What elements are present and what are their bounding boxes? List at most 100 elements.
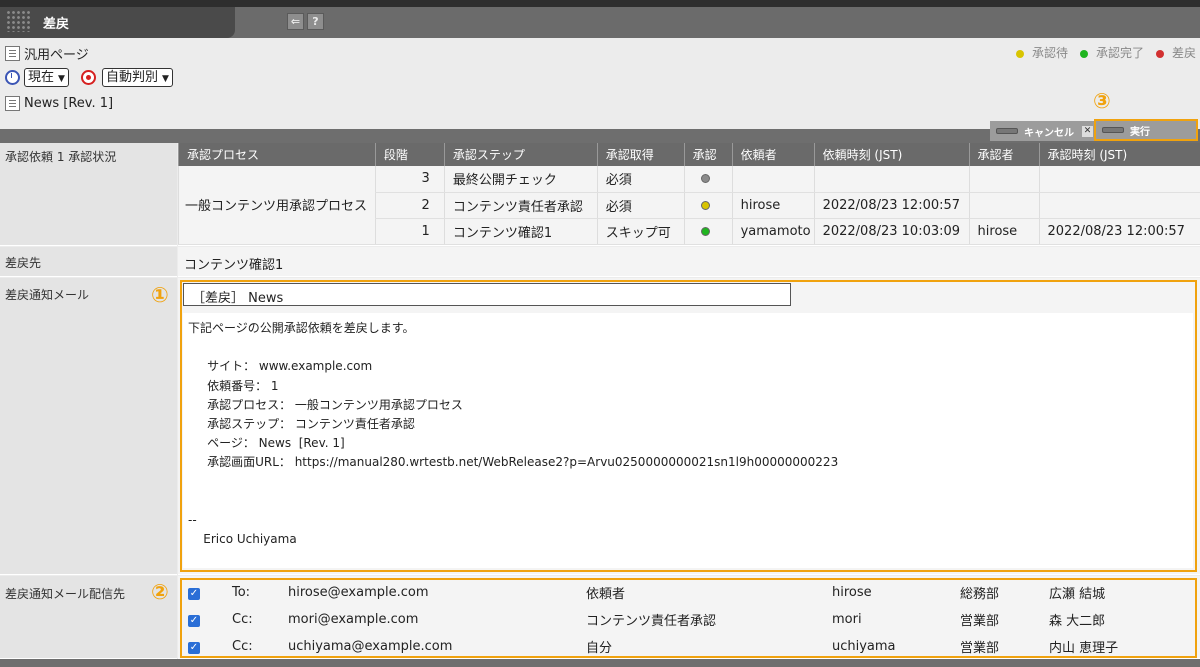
recipients-table: ✓ To: hirose@example.com 依頼者 hirose 総務部 …: [182, 579, 1195, 660]
recipient-checkbox[interactable]: ✓: [182, 633, 232, 660]
recipient-role: 自分: [586, 641, 613, 656]
table-row: ✓ To: hirose@example.com 依頼者 hirose 総務部 …: [182, 579, 1195, 606]
recipient-role: 依頼者: [586, 587, 626, 602]
col-step: 承認ステップ: [443, 143, 598, 166]
recipient-dept: 総務部: [960, 587, 1000, 602]
table-header: 承認プロセス 段階 承認ステップ 承認取得 承認 依頼者 依頼時刻 (JST) …: [178, 143, 1200, 166]
button-bar-icon: [996, 128, 1018, 134]
chevron-down-icon: ▼: [58, 74, 65, 84]
recipient-name: 森 大二郎: [1049, 614, 1106, 629]
mail-body-textarea[interactable]: 下記ページの公開承認依頼を差戻します。 サイト： www.example.com…: [183, 313, 1193, 568]
title-bar: 差戻 ⇐ ?: [0, 0, 1200, 38]
table-row: 一般コンテンツ用承認プロセス 3 最終公開チェック 必須: [178, 166, 1200, 245]
legend-approved: 承認完了: [1079, 44, 1144, 61]
recipient-name: 内山 恵理子: [1049, 641, 1119, 656]
cancel-button[interactable]: キャンセル ✕: [990, 121, 1094, 141]
check-icon: ✓: [188, 642, 200, 654]
status-dot-icon: [700, 226, 710, 236]
page-search-icon: [5, 96, 20, 111]
process-name: 一般コンテンツ用承認プロセス: [178, 166, 376, 245]
recipient-type: Cc:: [232, 639, 253, 654]
time-select[interactable]: 現在 ▼: [24, 68, 69, 87]
clock-icon: [5, 70, 20, 85]
stage-cell: 3: [374, 166, 445, 193]
request-time-cell: [813, 166, 970, 193]
col-stage: 段階: [374, 143, 445, 166]
legend-pending: 承認待: [1015, 44, 1068, 61]
step-cell: 最終公開チェック: [443, 166, 598, 193]
time-judge-row: 現在 ▼ 自動判別 ▼: [5, 68, 173, 87]
approver-cell: [968, 192, 1039, 219]
mail-label: 差戻通知メール: [0, 278, 177, 575]
page-name-row: News [Rev. 1]: [5, 96, 113, 111]
col-approver: 承認者: [968, 143, 1039, 166]
window-title: 差戻: [43, 17, 70, 32]
recipient-role: コンテンツ責任者承認: [586, 614, 717, 629]
col-process: 承認プロセス: [178, 143, 376, 166]
table-row: ✓ Cc: mori@example.com コンテンツ責任者承認 mori 営…: [182, 606, 1195, 633]
target-icon: [80, 70, 96, 85]
check-icon: ✓: [188, 615, 200, 627]
button-bar-icon: [1102, 127, 1124, 133]
requester-cell: hirose: [731, 192, 815, 219]
recipient-type: Cc:: [232, 612, 253, 627]
approver-cell: [968, 166, 1039, 193]
marker-1: ①: [151, 283, 169, 307]
col-request-time: 依頼時刻 (JST): [813, 143, 970, 166]
return-to-value: コンテンツ確認1: [178, 247, 1200, 277]
request-time-cell: 2022/08/23 10:03:09: [813, 218, 970, 245]
returned-dot-icon: [1155, 49, 1164, 58]
title-tab: [0, 7, 235, 38]
page-icon: [5, 46, 20, 61]
app-logo-icon: [6, 10, 32, 32]
status-dot-icon: [700, 174, 710, 184]
arrow-left-icon: ⇐: [290, 15, 301, 28]
subject-input[interactable]: ［差戻］ News: [183, 283, 791, 306]
marker-2: ②: [151, 580, 169, 604]
table-row: ✓ Cc: uchiyama@example.com 自分 uchiyama 営…: [182, 633, 1195, 660]
recipient-email: mori@example.com: [288, 612, 419, 627]
close-icon: ✕: [1082, 125, 1093, 137]
status-field: 承認プロセス 段階 承認ステップ 承認取得 承認 依頼者 依頼時刻 (JST) …: [178, 143, 1200, 246]
status-label: 承認依頼 1 承認状況: [0, 143, 177, 246]
recipient-checkbox[interactable]: ✓: [182, 579, 232, 606]
page-type-label: 汎用ページ: [24, 48, 89, 63]
recipient-email: hirose@example.com: [288, 585, 429, 600]
approval-cell: [683, 218, 733, 245]
col-approve-time: 承認時刻 (JST): [1038, 143, 1200, 166]
requester-cell: yamamoto: [731, 218, 815, 245]
help-button[interactable]: ?: [307, 13, 324, 30]
recipient-user: mori: [832, 612, 862, 627]
recipient-dept: 営業部: [960, 614, 1000, 629]
acquire-cell: スキップ可: [596, 218, 685, 245]
status-dot-icon: [700, 200, 710, 210]
requester-cell: [731, 166, 815, 193]
approve-time-cell: 2022/08/23 12:00:57: [1038, 218, 1200, 245]
bottom-bar: [0, 659, 1200, 667]
col-acquire: 承認取得: [596, 143, 685, 166]
approve-time-cell: [1038, 166, 1200, 193]
status-legend: 承認待 承認完了 差戻: [1015, 44, 1196, 61]
legend-returned: 差戻: [1155, 44, 1196, 61]
acquire-cell: 必須: [596, 192, 685, 219]
marker-3: ③: [1093, 89, 1111, 113]
page-type-row: 汎用ページ: [5, 44, 89, 63]
recipient-email: uchiyama@example.com: [288, 639, 453, 654]
stage-cell: 1: [374, 218, 445, 245]
back-button[interactable]: ⇐: [287, 13, 304, 30]
judge-select[interactable]: 自動判別 ▼: [101, 68, 173, 87]
top-strip: [0, 0, 1200, 7]
step-cell: コンテンツ責任者承認: [443, 192, 598, 219]
col-requester: 依頼者: [731, 143, 815, 166]
approve-time-cell: [1038, 192, 1200, 219]
recipient-checkbox[interactable]: ✓: [182, 606, 232, 633]
approval-cell: [683, 166, 733, 193]
recipient-type: To:: [232, 585, 251, 600]
return-to-label: 差戻先: [0, 247, 177, 277]
approval-table: 承認プロセス 段階 承認ステップ 承認取得 承認 依頼者 依頼時刻 (JST) …: [178, 143, 1200, 245]
approver-cell: hirose: [968, 218, 1039, 245]
check-icon: ✓: [188, 588, 200, 600]
execute-button[interactable]: 実行: [1094, 119, 1198, 141]
pending-dot-icon: [1015, 49, 1024, 58]
recipient-user: hirose: [832, 585, 872, 600]
